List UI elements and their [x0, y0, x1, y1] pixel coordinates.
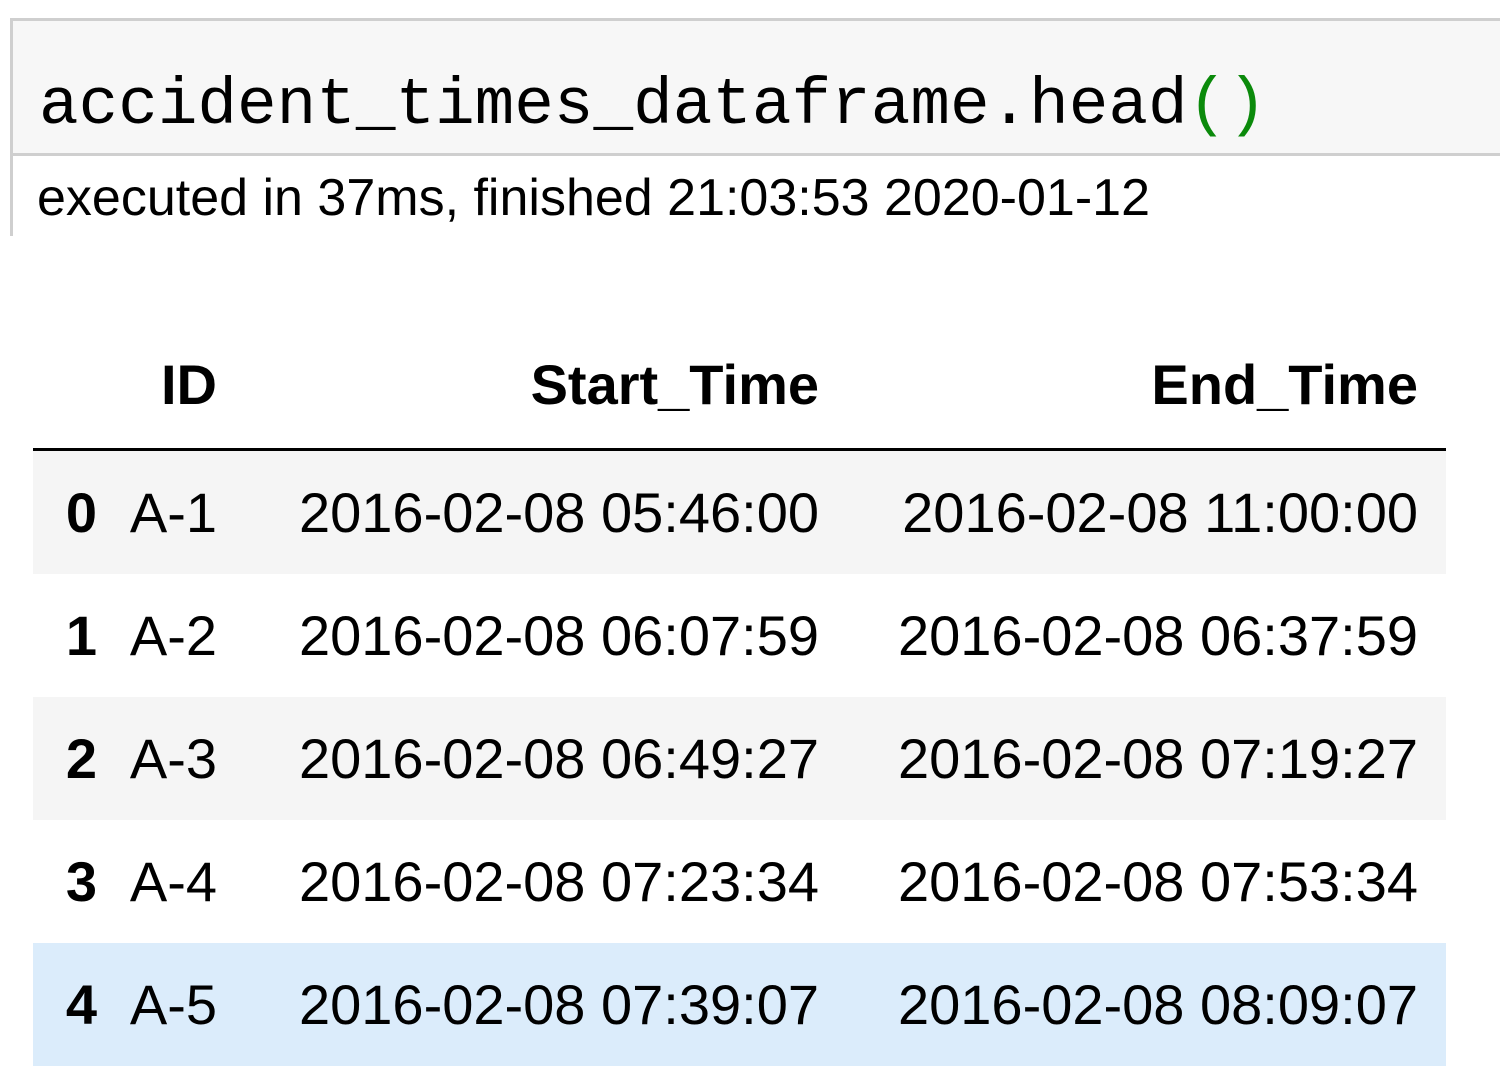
table-row: 0 A-1 2016-02-08 05:46:00 2016-02-08 11:…: [33, 449, 1446, 574]
table-row-hovered: 4 A-5 2016-02-08 07:39:07 2016-02-08 08:…: [33, 943, 1446, 1066]
cell-start-time: 2016-02-08 07:23:34: [299, 850, 819, 913]
row-index: 4: [65, 973, 97, 1036]
execution-time-text: executed in 37ms, finished 21:03:53 2020…: [37, 169, 1150, 227]
header-index: [33, 320, 125, 451]
code-editor-line[interactable]: accident_times_dataframe.head(): [39, 51, 1267, 161]
cell-start-time: 2016-02-08 06:49:27: [299, 727, 819, 790]
cell-start-time: 2016-02-08 07:39:07: [299, 973, 819, 1036]
execution-time-bar: executed in 37ms, finished 21:03:53 2020…: [13, 156, 1500, 236]
cell-end-time: 2016-02-08 06:37:59: [898, 604, 1418, 667]
table-row: 3 A-4 2016-02-08 07:23:34 2016-02-08 07:…: [33, 820, 1446, 943]
dataframe-output: ID Start_Time End_Time 0 A-1 2016-02-08 …: [33, 320, 1446, 1066]
cell-end-time: 2016-02-08 07:19:27: [898, 727, 1418, 790]
table-row: 2 A-3 2016-02-08 06:49:27 2016-02-08 07:…: [33, 697, 1446, 820]
row-index: 2: [65, 727, 97, 790]
cell-end-time: 2016-02-08 11:00:00: [902, 481, 1418, 544]
dataframe-table: ID Start_Time End_Time 0 A-1 2016-02-08 …: [33, 320, 1446, 1066]
table-header-row: ID Start_Time End_Time: [33, 320, 1446, 451]
row-index: 0: [65, 481, 97, 544]
header-start-time: Start_Time: [245, 320, 847, 451]
cell-id: A-5: [129, 973, 217, 1036]
header-id: ID: [125, 320, 245, 451]
row-index: 1: [65, 604, 97, 667]
header-end-time: End_Time: [847, 320, 1446, 451]
table-row: 1 A-2 2016-02-08 06:07:59 2016-02-08 06:…: [33, 574, 1446, 697]
cell-end-time: 2016-02-08 08:09:07: [898, 973, 1418, 1036]
row-index: 3: [65, 850, 97, 913]
cell-id: A-2: [129, 604, 217, 667]
cell-start-time: 2016-02-08 05:46:00: [299, 481, 819, 544]
cell-id: A-3: [129, 727, 217, 790]
cell-id: A-1: [129, 481, 217, 544]
code-parentheses: (): [1187, 68, 1267, 143]
cell-id: A-4: [129, 850, 217, 913]
cell-end-time: 2016-02-08 07:53:34: [898, 850, 1418, 913]
code-cell-input[interactable]: accident_times_dataframe.head() executed…: [10, 18, 1500, 236]
code-text: accident_times_dataframe.head: [39, 68, 1188, 143]
cell-start-time: 2016-02-08 06:07:59: [299, 604, 819, 667]
